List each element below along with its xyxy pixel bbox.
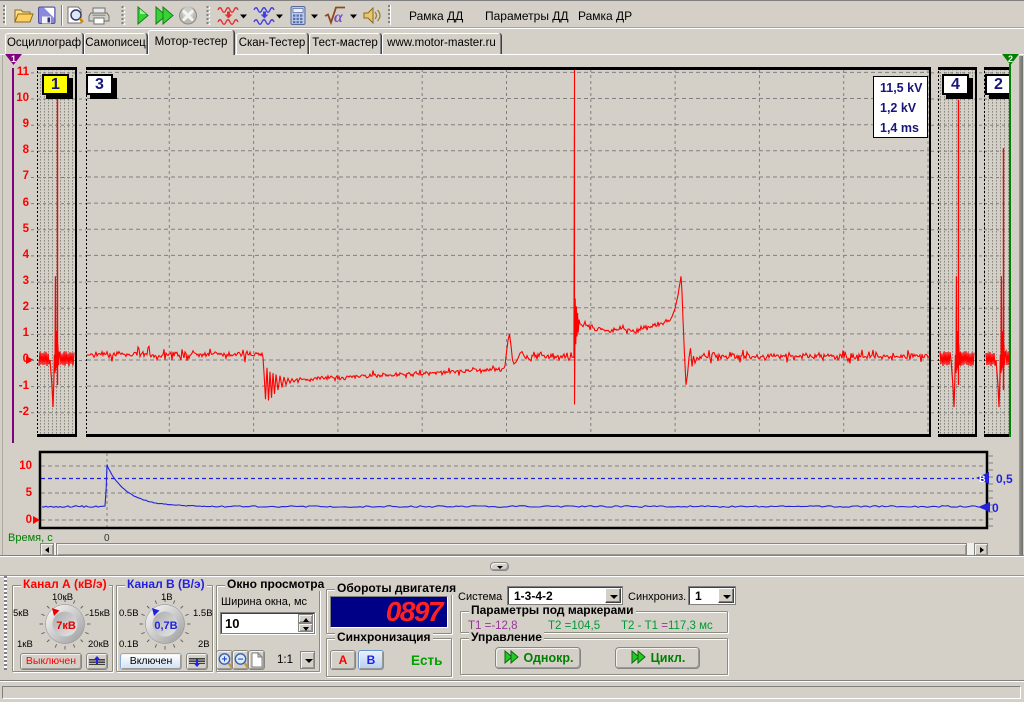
svg-text:+: + bbox=[222, 655, 228, 666]
svg-text:B: B bbox=[979, 474, 986, 484]
svg-text:−: − bbox=[238, 655, 244, 666]
